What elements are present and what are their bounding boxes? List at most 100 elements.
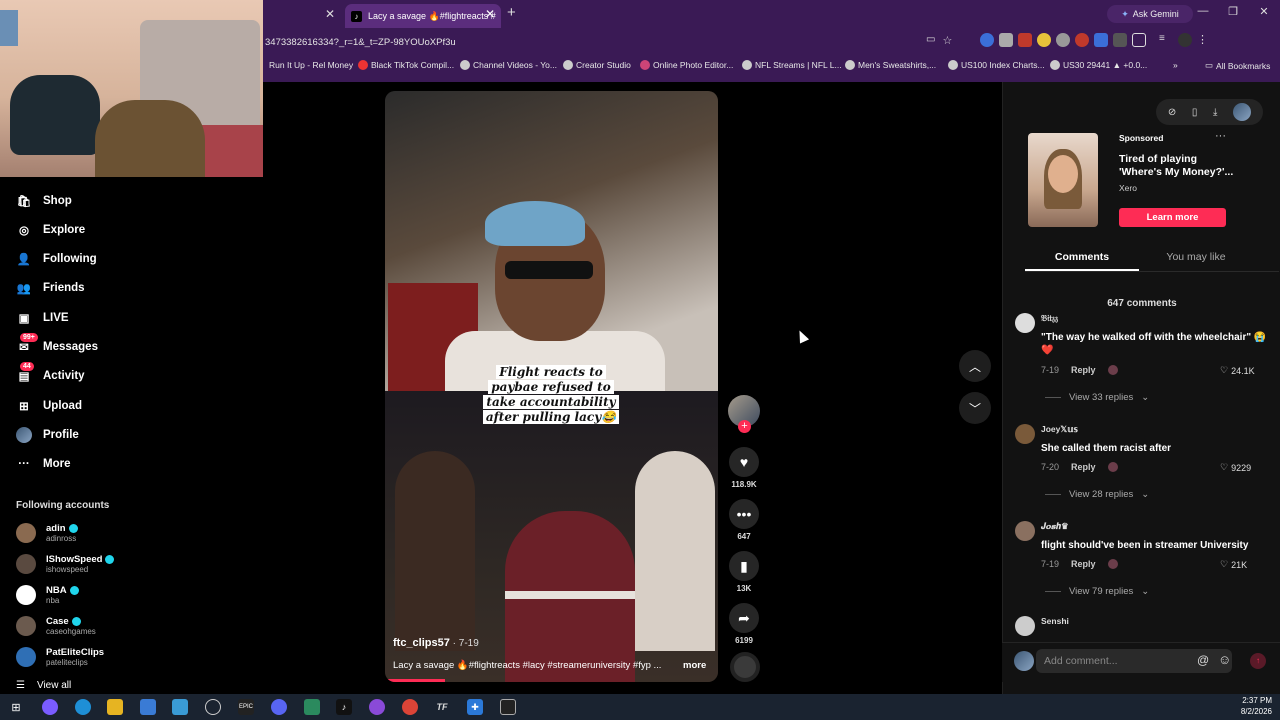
bookmarks-overflow-button[interactable]: » <box>1173 60 1178 70</box>
view-replies-button[interactable]: View 33 replies ⌄ <box>1045 392 1149 403</box>
edge-icon[interactable] <box>75 699 91 715</box>
extension-icon[interactable] <box>1018 33 1032 47</box>
comment-button[interactable]: ••• 647 <box>726 499 762 541</box>
bookmark-item[interactable]: US30 29441 ▲ +0.0... <box>1050 60 1147 70</box>
new-tab-button[interactable]: + <box>507 4 516 21</box>
account-item[interactable]: IShowSpeed ishowspeed <box>16 551 115 577</box>
extension-icon[interactable] <box>1056 33 1070 47</box>
account-item[interactable]: NBA nba <box>16 582 79 608</box>
comment-username[interactable]: 𝔅𝔦𝔱𝔷𝔷 <box>1041 313 1058 324</box>
emoji-icon[interactable]: ☺ <box>1218 652 1231 667</box>
comment-like-button[interactable]: ♡ 21K <box>1220 559 1247 570</box>
next-video-button[interactable]: ﹀ <box>959 392 991 424</box>
app-icon[interactable] <box>369 699 385 715</box>
comment-like-button[interactable]: ♡ 9229 <box>1220 462 1251 473</box>
bookmark-item[interactable]: Channel Videos - Yo... <box>460 60 557 70</box>
nav-upload[interactable]: ⊞ Upload <box>16 394 82 418</box>
comment-username[interactable]: Senshi <box>1041 616 1069 626</box>
learn-more-button[interactable]: Learn more <box>1119 208 1226 227</box>
phone-icon[interactable]: ▯ <box>1192 107 1198 118</box>
media-controls-icon[interactable]: ≡ <box>1159 33 1173 47</box>
compass-icon[interactable]: ⊘ <box>1168 107 1176 118</box>
bookmark-item[interactable]: Online Photo Editor... <box>640 60 733 70</box>
nav-profile[interactable]: Profile <box>16 423 79 447</box>
previous-video-button[interactable]: ︿ <box>959 350 991 382</box>
nav-friends[interactable]: 👥 Friends <box>16 276 85 300</box>
windows-start-icon[interactable]: ⊞ <box>8 699 24 715</box>
app-icon[interactable] <box>304 699 320 715</box>
music-disc-icon[interactable] <box>730 652 760 682</box>
ask-gemini-button[interactable]: ✦ Ask Gemini <box>1107 5 1193 23</box>
video-author[interactable]: ftc_clips57 · 7-19 <box>393 637 479 649</box>
profile-avatar-icon[interactable] <box>1178 33 1192 47</box>
discord-icon[interactable] <box>271 699 287 715</box>
video-progress-bar[interactable] <box>385 679 445 682</box>
bookmark-item[interactable]: Men's Sweatshirts,... <box>845 60 936 70</box>
tab-you-may-like[interactable]: You may like <box>1139 245 1253 271</box>
comment-username[interactable]: Joey𝕏𝕦𝕤 <box>1041 424 1078 435</box>
ad-title[interactable]: Tired of playing 'Where's My Money?'... <box>1119 153 1234 179</box>
avatar[interactable] <box>1233 103 1252 121</box>
extension-icon[interactable] <box>1113 33 1127 47</box>
like-button[interactable]: ♥ 118.9K <box>726 447 762 489</box>
trading-app-icon[interactable]: TF <box>434 699 450 715</box>
app-icon[interactable]: ✚ <box>467 699 483 715</box>
bookmark-item[interactable]: Creator Studio <box>563 60 631 70</box>
all-bookmarks-button[interactable]: ▭ All Bookmarks <box>1205 60 1270 71</box>
author-name[interactable]: ftc_clips57 <box>393 637 450 649</box>
bookmark-item[interactable]: US100 Index Charts... <box>948 60 1045 70</box>
view-all-link[interactable]: ☰ View all <box>16 680 71 691</box>
extension-icon[interactable] <box>980 33 994 47</box>
close-tab-icon[interactable]: ✕ <box>325 7 335 21</box>
extension-icon[interactable] <box>1094 33 1108 47</box>
bookmark-item[interactable]: Black TikTok Compil... <box>358 60 454 70</box>
bookmark-item[interactable]: NFL Streams | NFL L... <box>742 60 842 70</box>
extension-icon[interactable] <box>1037 33 1051 47</box>
save-button[interactable]: ▮ 13K <box>726 551 762 593</box>
view-replies-button[interactable]: View 28 replies ⌄ <box>1045 489 1149 500</box>
avatar[interactable] <box>1015 313 1035 333</box>
extension-icon[interactable] <box>1075 33 1089 47</box>
system-clock[interactable]: 2:37 PM 8/2/2026 <box>1228 695 1272 717</box>
account-item[interactable]: Case caseohgames <box>16 613 96 639</box>
comment-like-button[interactable]: ♡ 24.1K <box>1220 365 1255 376</box>
comment-username[interactable]: 𝑱𝒐𝒔𝒉♛ <box>1041 521 1069 532</box>
extension-icon[interactable] <box>999 33 1013 47</box>
nav-following[interactable]: 👤 Following <box>16 247 97 271</box>
menu-dots-icon[interactable]: ⋮ <box>1197 33 1211 47</box>
close-window-icon[interactable]: ✕ <box>1254 5 1274 18</box>
mail-icon[interactable] <box>172 699 188 715</box>
nav-shop[interactable]: 🛍 Shop <box>16 189 72 213</box>
browser-tab-active[interactable]: ♪ Lacy a savage 🔥#flightreacts # ✕ <box>345 4 501 28</box>
download-icon[interactable]: ⤓ <box>1213 107 1217 118</box>
share-button[interactable]: ➦ 6199 <box>726 603 762 645</box>
nav-messages[interactable]: ✉ 99+ Messages <box>16 333 98 359</box>
send-comment-button[interactable]: ↑ <box>1250 653 1266 669</box>
cast-icon[interactable]: ▭ <box>926 34 935 47</box>
account-item[interactable]: adin adinross <box>16 520 78 546</box>
follow-plus-button[interactable]: + <box>738 420 751 433</box>
ad-thumbnail[interactable] <box>1028 133 1098 227</box>
nav-live[interactable]: ▣ LIVE <box>16 306 69 330</box>
reply-button[interactable]: Reply <box>1071 559 1096 569</box>
mention-icon[interactable]: @ <box>1197 653 1209 667</box>
restore-icon[interactable]: ❐ <box>1223 5 1243 18</box>
address-bar[interactable]: 3473382616334?_r=1&_t=ZP-98YOUoXPf3u <box>263 31 980 53</box>
tab-comments[interactable]: Comments <box>1025 245 1139 271</box>
tiktok-icon[interactable]: ♪ <box>336 699 352 715</box>
capcut-icon[interactable] <box>500 699 516 715</box>
more-button[interactable]: more <box>683 660 706 671</box>
puzzle-icon[interactable] <box>1132 33 1146 47</box>
avatar[interactable] <box>1015 616 1035 636</box>
nav-explore[interactable]: ◎ Explore <box>16 218 85 242</box>
chrome-icon[interactable] <box>402 699 418 715</box>
account-item[interactable]: PatEliteClips pateliteclips <box>16 644 104 670</box>
bookmark-star-icon[interactable]: ☆ <box>942 34 952 47</box>
reply-button[interactable]: Reply <box>1071 365 1096 375</box>
nav-activity[interactable]: ▤ 44 Activity <box>16 362 85 388</box>
bookmark-item[interactable]: Run It Up - Rel Money <box>269 60 353 70</box>
steam-icon[interactable] <box>205 699 221 715</box>
view-replies-button[interactable]: View 79 replies ⌄ <box>1045 586 1149 597</box>
minimize-icon[interactable]: — <box>1193 5 1213 17</box>
epic-games-icon[interactable]: EPIC <box>238 699 254 715</box>
